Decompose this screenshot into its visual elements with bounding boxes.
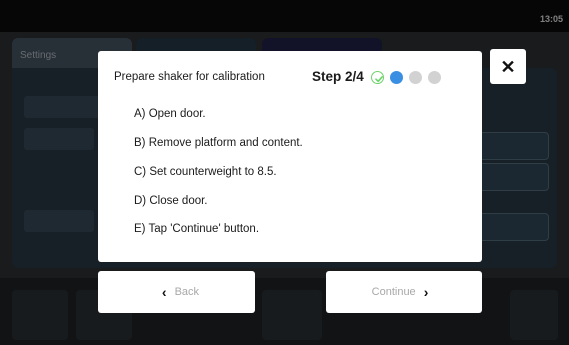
step-label: Step 2/4 <box>312 69 364 84</box>
instruction-item: C) Set counterweight to 8.5. <box>134 166 277 178</box>
instruction-item: E) Tap 'Continue' button. <box>134 223 260 235</box>
dialog-title: Prepare shaker for calibration <box>114 71 265 83</box>
calibration-dialog: Prepare shaker for calibration Step 2/4 … <box>98 51 482 262</box>
step-done-check-icon <box>371 71 384 84</box>
close-icon: ✕ <box>500 56 516 77</box>
close-button[interactable]: ✕ <box>490 49 526 84</box>
back-button[interactable]: ‹ Back <box>98 271 255 313</box>
step-current-dot-icon <box>390 71 403 84</box>
instruction-item: D) Close door. <box>134 195 208 207</box>
chevron-right-icon: › <box>423 284 429 300</box>
step-pending-dot-icon <box>428 71 441 84</box>
continue-button-label: Continue <box>371 286 416 298</box>
instruction-item: B) Remove platform and content. <box>134 137 303 149</box>
instruction-item: A) Open door. <box>134 108 206 120</box>
step-pending-dot-icon <box>409 71 422 84</box>
chevron-left-icon: ‹ <box>161 284 167 300</box>
continue-button[interactable]: Continue › <box>326 271 482 313</box>
back-button-label: Back <box>174 286 200 298</box>
